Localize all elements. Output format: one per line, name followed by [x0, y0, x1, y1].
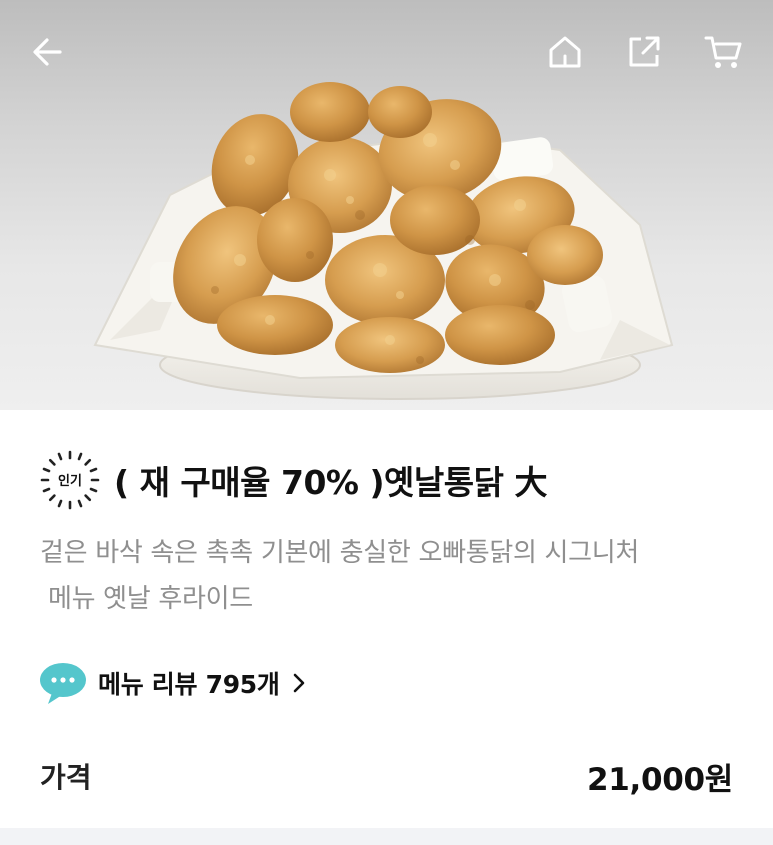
- description-line: 겉은 바삭 속은 촉촉 기본에 충실한 오빠통닭의 시그니처: [40, 538, 640, 568]
- product-title-row: 인기 ( 재 구매율 70% )옛날통닭 大: [38, 450, 547, 510]
- arrow-left-icon: [33, 38, 62, 66]
- popular-badge: 인기: [40, 450, 100, 510]
- menu-review-link[interactable]: 메뉴 리뷰 795개: [38, 658, 306, 708]
- share-icon: [629, 36, 660, 67]
- chevron-right-icon: [292, 672, 306, 694]
- price-label: 가격: [40, 761, 92, 794]
- top-navigation-bar: [0, 0, 773, 104]
- product-image: [0, 0, 773, 410]
- product-title: ( 재 구매율 70% )옛날통닭 大: [114, 463, 547, 502]
- cart-button[interactable]: [697, 26, 749, 78]
- price-row: 가격 21,000원: [40, 752, 733, 800]
- product-description: 겉은 바삭 속은 촉촉 기본에 충실한 오빠통닭의 시그니처 메뉴 옛날 후라이…: [40, 530, 740, 622]
- home-icon: [549, 36, 581, 68]
- section-divider: [0, 828, 773, 845]
- review-count-label: 메뉴 리뷰 795개: [98, 670, 280, 699]
- chat-bubble-icon: [40, 663, 86, 704]
- description-line: 메뉴 옛날 후라이드: [40, 584, 253, 614]
- share-button[interactable]: [618, 26, 670, 78]
- back-button[interactable]: [22, 26, 74, 78]
- cart-icon: [704, 36, 742, 68]
- badge-label: 인기: [58, 473, 82, 489]
- home-button[interactable]: [539, 26, 591, 78]
- price-value: 21,000원: [586, 761, 733, 798]
- product-info-section: 인기 ( 재 구매율 70% )옛날통닭 大 겉은 바삭 속은 촉촉 기본에 충…: [0, 410, 773, 845]
